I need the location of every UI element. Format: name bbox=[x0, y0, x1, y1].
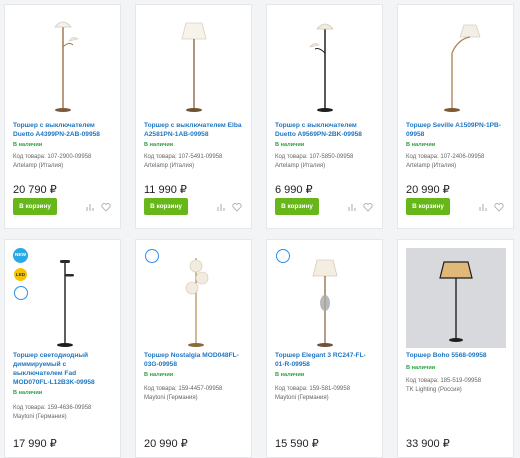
add-to-cart-button[interactable]: В корзину bbox=[406, 198, 450, 215]
compare-icon[interactable] bbox=[478, 202, 488, 212]
product-price: 17 990 ₽ bbox=[13, 438, 57, 450]
product-card[interactable]: Торшер Seville A1509PN-1PB-09958 В налич… bbox=[397, 4, 514, 229]
product-code: Код товара: 159-581-09958 bbox=[275, 386, 351, 392]
product-title[interactable]: Торшер с выключателем Elba A2581PN-1AB-0… bbox=[144, 121, 244, 139]
product-image[interactable] bbox=[13, 13, 113, 113]
product-brand: Artelamp (Италия) bbox=[406, 163, 457, 169]
product-price: 15 590 ₽ bbox=[275, 438, 319, 450]
product-card[interactable]: Торшер с выключателем Duetto A4399PN-2AB… bbox=[4, 4, 121, 229]
product-card[interactable]: Торшер с выключателем Duetto A9569PN-2BK… bbox=[266, 4, 383, 229]
product-image[interactable] bbox=[275, 248, 375, 348]
product-brand: Artelamp (Италия) bbox=[13, 163, 64, 169]
product-image[interactable] bbox=[144, 13, 244, 113]
product-title[interactable]: Торшер Boho 5568-09958 bbox=[406, 351, 506, 360]
favorite-heart-icon[interactable] bbox=[232, 202, 242, 212]
product-title[interactable]: Торшер светодиодный диммируемый с выключ… bbox=[13, 351, 113, 387]
product-code: Код товара: 107-5491-09958 bbox=[144, 154, 223, 160]
favorite-heart-icon[interactable] bbox=[363, 202, 373, 212]
product-price: 11 990 ₽ bbox=[144, 184, 187, 196]
product-brand: Maytoni (Германия) bbox=[275, 395, 329, 401]
product-image[interactable] bbox=[406, 13, 506, 113]
product-card[interactable]: Торшер с выключателем Elba A2581PN-1AB-0… bbox=[135, 4, 252, 229]
favorite-heart-icon[interactable] bbox=[101, 202, 111, 212]
add-to-cart-button[interactable]: В корзину bbox=[275, 198, 319, 215]
product-image[interactable] bbox=[13, 248, 113, 348]
product-brand: TK Lighting (Россия) bbox=[406, 387, 462, 393]
product-card[interactable]: NEW Торшер Boho 5568-09958 В наличии Код… bbox=[397, 239, 514, 458]
product-title[interactable]: Торшер Seville A1509PN-1PB-09958 bbox=[406, 121, 506, 139]
add-to-cart-button[interactable]: В корзину bbox=[13, 198, 57, 215]
add-to-cart-button[interactable]: В корзину bbox=[144, 198, 188, 215]
product-image[interactable] bbox=[275, 13, 375, 113]
product-code: Код товара: 107-2406-09958 bbox=[406, 154, 485, 160]
product-price: 20 790 ₽ bbox=[13, 184, 57, 196]
product-code: Код товара: 107-5850-09958 bbox=[275, 154, 354, 160]
favorite-heart-icon[interactable] bbox=[494, 202, 504, 212]
stock-status: В наличии bbox=[13, 142, 43, 148]
product-code: Код товара: 185-519-09958 bbox=[406, 378, 482, 384]
product-grid: Торшер с выключателем Duetto A4399PN-2AB… bbox=[0, 0, 520, 458]
product-price: 6 990 ₽ bbox=[275, 184, 313, 196]
product-image[interactable] bbox=[406, 248, 506, 348]
stock-status: В наличии bbox=[275, 142, 305, 148]
stock-status: В наличии bbox=[406, 365, 436, 371]
stock-status: В наличии bbox=[13, 390, 43, 396]
product-code: Код товара: 159-4636-09958 bbox=[13, 405, 92, 411]
product-brand: Maytoni (Германия) bbox=[13, 414, 67, 420]
product-card[interactable]: NEW LED Торшер светодиодный диммируемый … bbox=[4, 239, 121, 458]
compare-icon[interactable] bbox=[85, 202, 95, 212]
product-image[interactable] bbox=[144, 248, 244, 348]
product-brand: Maytoni (Германия) bbox=[144, 395, 198, 401]
product-card[interactable]: Торшер Nostalgia MOD048FL-03G-09958 В на… bbox=[135, 239, 252, 458]
compare-icon[interactable] bbox=[347, 202, 357, 212]
product-brand: Artelamp (Италия) bbox=[275, 163, 326, 169]
product-card[interactable]: Торшер Elegant 3 RC247-FL-01-R-09958 В н… bbox=[266, 239, 383, 458]
compare-icon[interactable] bbox=[216, 202, 226, 212]
stock-status: В наличии bbox=[144, 142, 174, 148]
product-title[interactable]: Торшер с выключателем Duetto A9569PN-2BK… bbox=[275, 121, 375, 139]
product-price: 33 900 ₽ bbox=[406, 438, 450, 450]
product-code: Код товара: 107-2900-09958 bbox=[13, 154, 92, 160]
stock-status: В наличии bbox=[406, 142, 436, 148]
stock-status: В наличии bbox=[144, 372, 174, 378]
product-code: Код товара: 159-4457-09958 bbox=[144, 386, 223, 392]
product-title[interactable]: Торшер Elegant 3 RC247-FL-01-R-09958 bbox=[275, 351, 375, 369]
product-price: 20 990 ₽ bbox=[144, 438, 188, 450]
product-title[interactable]: Торшер Nostalgia MOD048FL-03G-09958 bbox=[144, 351, 244, 369]
product-price: 20 990 ₽ bbox=[406, 184, 450, 196]
product-brand: Artelamp (Италия) bbox=[144, 163, 195, 169]
product-title[interactable]: Торшер с выключателем Duetto A4399PN-2AB… bbox=[13, 121, 113, 139]
stock-status: В наличии bbox=[275, 372, 305, 378]
